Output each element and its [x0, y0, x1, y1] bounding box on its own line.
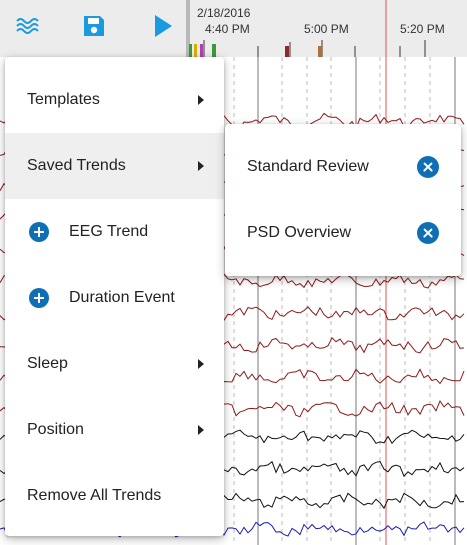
menu-item-label: Remove All Trends	[27, 487, 162, 504]
menu-item-eeg-trend[interactable]: EEG Trend	[5, 199, 224, 265]
menu-item-label: EEG Trend	[69, 223, 149, 240]
submenu-item-standard-review[interactable]: Standard Review	[225, 134, 461, 200]
menu-item-label: Position	[27, 421, 84, 438]
menu-item-sleep[interactable]: Sleep	[5, 331, 224, 397]
submenu-item-psd-overview[interactable]: PSD Overview	[225, 200, 461, 266]
chevron-right-icon	[198, 95, 204, 105]
menu-item-label: Saved Trends	[27, 157, 126, 174]
context-menu: Templates Saved Trends EEG Trend Duratio…	[5, 57, 224, 536]
close-circle-icon[interactable]	[417, 222, 439, 244]
close-circle-icon[interactable]	[417, 156, 439, 178]
time-label: 5:20 PM	[400, 22, 445, 36]
menu-item-duration-event[interactable]: Duration Event	[5, 265, 224, 331]
menu-item-position[interactable]: Position	[5, 397, 224, 463]
plus-circle-icon	[29, 288, 49, 308]
menu-item-label: Duration Event	[69, 289, 175, 306]
menu-item-label: Templates	[27, 91, 100, 108]
menu-item-label: Sleep	[27, 355, 68, 372]
menu-item-saved-trends[interactable]: Saved Trends	[5, 133, 224, 199]
menu-item-remove-all-trends[interactable]: Remove All Trends	[5, 463, 224, 529]
time-label: 5:00 PM	[304, 22, 349, 36]
chevron-right-icon	[198, 161, 204, 171]
menu-item-templates[interactable]: Templates	[5, 67, 224, 133]
chevron-right-icon	[198, 425, 204, 435]
submenu-item-label: PSD Overview	[247, 224, 352, 241]
submenu-item-label: Standard Review	[247, 158, 369, 175]
time-label: 4:40 PM	[205, 22, 250, 36]
toolbar: 2/18/2016 4:40 PM 5:00 PM 5:20 PM	[0, 0, 467, 57]
timeline-date: 2/18/2016	[197, 6, 251, 20]
chevron-right-icon	[198, 359, 204, 369]
saved-trends-submenu: Standard Review PSD Overview	[225, 124, 461, 276]
plus-circle-icon	[29, 222, 49, 242]
